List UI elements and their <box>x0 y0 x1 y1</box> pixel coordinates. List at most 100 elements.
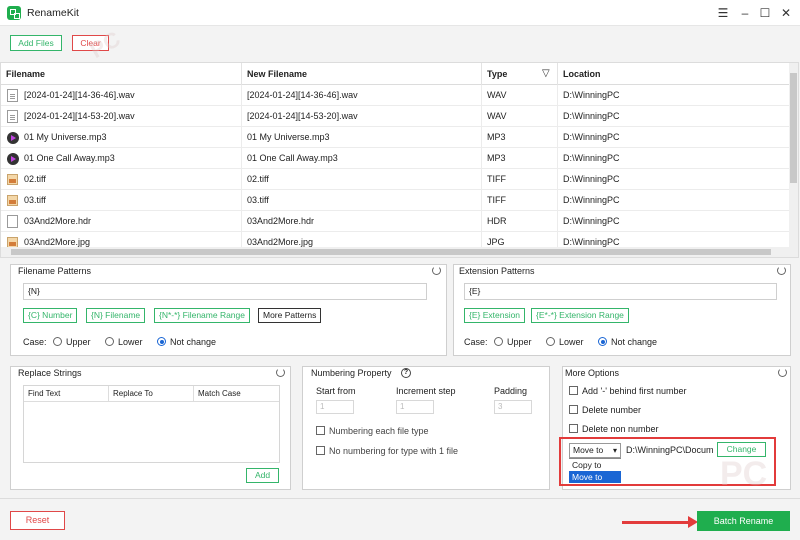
ext-case-not-change-radio[interactable] <box>598 337 607 346</box>
column-filename[interactable]: Filename <box>1 63 242 85</box>
cell-new: 01 One Call Away.mp3 <box>242 148 482 169</box>
cell-text: HDR <box>487 216 507 226</box>
case-lower-label: Lower <box>118 337 143 347</box>
grid-header: Find Text Replace To Match Case <box>24 386 279 402</box>
cell-text: 01 My Universe.mp3 <box>247 132 330 142</box>
extension-tag-button[interactable]: {E} Extension <box>464 308 526 323</box>
table-row[interactable]: 02.tiff 02.tiff TIFF D:\WinningPC <box>1 169 791 190</box>
cell-location: D:\WinningPC <box>558 190 791 211</box>
numbering-each-type-checkbox[interactable] <box>316 426 325 435</box>
dropdown-option-copy-to[interactable]: Copy to <box>569 459 621 471</box>
help-icon[interactable]: ? <box>401 368 411 378</box>
dropdown-option-move-to[interactable]: Move to <box>569 471 621 483</box>
case-not-change-radio[interactable] <box>157 337 166 346</box>
ext-case-lower-radio[interactable] <box>546 337 555 346</box>
cell-new: 02.tiff <box>242 169 482 190</box>
cell-type: MP3 <box>482 127 558 148</box>
horizontal-scrollbar[interactable] <box>1 247 791 257</box>
table-row[interactable]: 01 My Universe.mp3 01 My Universe.mp3 MP3 D… <box>1 127 791 148</box>
close-icon[interactable]: ✕ <box>777 4 795 22</box>
cell-filename: 03And2More.hdr <box>1 211 242 232</box>
cell-text: 02.tiff <box>24 174 46 184</box>
cell-text: 03And2More.hdr <box>24 216 92 226</box>
cell-location: D:\WinningPC <box>558 211 791 232</box>
start-from-input[interactable]: 1 <box>316 400 354 414</box>
extension-range-tag-button[interactable]: {E*-*} Extension Range <box>531 308 629 323</box>
delete-non-number-checkbox[interactable] <box>569 424 578 433</box>
vertical-scrollbar[interactable] <box>789 63 798 257</box>
add-dash-label: Add '-' behind first number <box>582 386 687 396</box>
panel-title: Replace Strings <box>18 368 82 378</box>
action-select[interactable]: Move to ▾ <box>569 443 621 458</box>
ext-case-upper-label: Upper <box>507 337 532 347</box>
column-new-filename[interactable]: New Filename <box>242 63 482 85</box>
padding-input[interactable]: 3 <box>494 400 532 414</box>
maximize-icon[interactable]: ☐ <box>756 4 774 22</box>
filename-range-tag-button[interactable]: {N*-*} Filename Range <box>154 308 250 323</box>
music-icon <box>7 132 19 144</box>
cell-text: 03.tiff <box>24 195 46 205</box>
batch-rename-button[interactable]: Batch Rename <box>697 511 790 531</box>
table-row[interactable]: 01 One Call Away.mp3 01 One Call Away.mp3… <box>1 148 791 169</box>
increment-step-input[interactable]: 1 <box>396 400 434 414</box>
filter-icon[interactable]: ▽ <box>542 68 550 79</box>
replace-strings-grid[interactable]: Find Text Replace To Match Case <box>23 385 280 463</box>
column-location[interactable]: Location <box>558 63 791 85</box>
refresh-icon[interactable] <box>778 368 787 377</box>
cell-text: 02.tiff <box>247 174 269 184</box>
reset-button[interactable]: Reset <box>10 511 65 530</box>
refresh-icon[interactable] <box>777 266 786 275</box>
no-numbering-checkbox[interactable] <box>316 446 325 455</box>
cell-filename: 03.tiff <box>1 190 242 211</box>
table-row[interactable]: [2024-01-24][14-36-46].wav [2024-01-24][1… <box>1 85 791 106</box>
extension-pattern-input[interactable]: {E} <box>464 283 777 300</box>
case-upper-radio[interactable] <box>53 337 62 346</box>
cell-new: 03.tiff <box>242 190 482 211</box>
panel-title: Numbering Property <box>311 368 392 378</box>
minimize-icon[interactable]: – <box>736 4 754 22</box>
cell-location: D:\WinningPC <box>558 148 791 169</box>
cell-text: TIFF <box>487 195 506 205</box>
increment-step-label: Increment step <box>396 386 456 396</box>
cell-type: MP3 <box>482 148 558 169</box>
add-button[interactable]: Add <box>246 468 279 483</box>
refresh-icon[interactable] <box>276 368 285 377</box>
document-icon <box>7 89 18 102</box>
cell-text: D:\WinningPC <box>563 132 620 142</box>
case-lower-radio[interactable] <box>105 337 114 346</box>
add-dash-checkbox[interactable] <box>569 386 578 395</box>
numbering-property-panel: Numbering Property ? Start from Incremen… <box>302 366 550 490</box>
case-upper-label: Upper <box>66 337 91 347</box>
watermark: PC <box>720 455 768 493</box>
more-patterns-button[interactable]: More Patterns <box>258 308 322 323</box>
cell-text: WAV <box>487 111 507 121</box>
cell-text: D:\WinningPC <box>563 153 620 163</box>
case-label: Case: <box>23 337 47 347</box>
cell-text: D:\WinningPC <box>563 216 620 226</box>
vertical-scroll-thumb[interactable] <box>790 73 797 183</box>
cell-type: TIFF <box>482 169 558 190</box>
cell-new: [2024-01-24][14-53-20].wav <box>242 106 482 127</box>
ext-case-upper-radio[interactable] <box>494 337 503 346</box>
destination-path: D:\WinningPC\Docum <box>626 445 714 455</box>
cell-text: D:\WinningPC <box>563 90 620 100</box>
action-select-value: Move to <box>573 445 604 455</box>
filename-pattern-input[interactable]: {N} <box>23 283 427 300</box>
number-tag-button[interactable]: {C} Number <box>23 308 78 323</box>
refresh-icon[interactable] <box>432 266 441 275</box>
table-row[interactable]: 03And2More.hdr 03And2More.hdr HDR D:\Winnin… <box>1 211 791 232</box>
arrow-shaft <box>622 521 692 524</box>
delete-number-checkbox[interactable] <box>569 405 578 414</box>
delete-number-label: Delete number <box>582 405 642 415</box>
filename-tag-button[interactable]: {N} Filename <box>86 308 146 323</box>
cell-text: 03And2More.jpg <box>24 237 91 247</box>
table-row[interactable]: [2024-01-24][14-53-20].wav [2024-01-24][1… <box>1 106 791 127</box>
add-files-button[interactable]: Add Files <box>10 35 62 51</box>
file-table[interactable]: Filename New Filename Type ▽ Location [2… <box>0 62 799 258</box>
horizontal-scroll-thumb[interactable] <box>11 249 771 255</box>
menu-icon[interactable]: ☰ <box>714 4 732 22</box>
table-row[interactable]: 03.tiff 03.tiff TIFF D:\WinningPC <box>1 190 791 211</box>
replace-strings-panel: Replace Strings Find Text Replace To Mat… <box>10 366 291 490</box>
cell-type: WAV <box>482 106 558 127</box>
cell-new: [2024-01-24][14-36-46].wav <box>242 85 482 106</box>
